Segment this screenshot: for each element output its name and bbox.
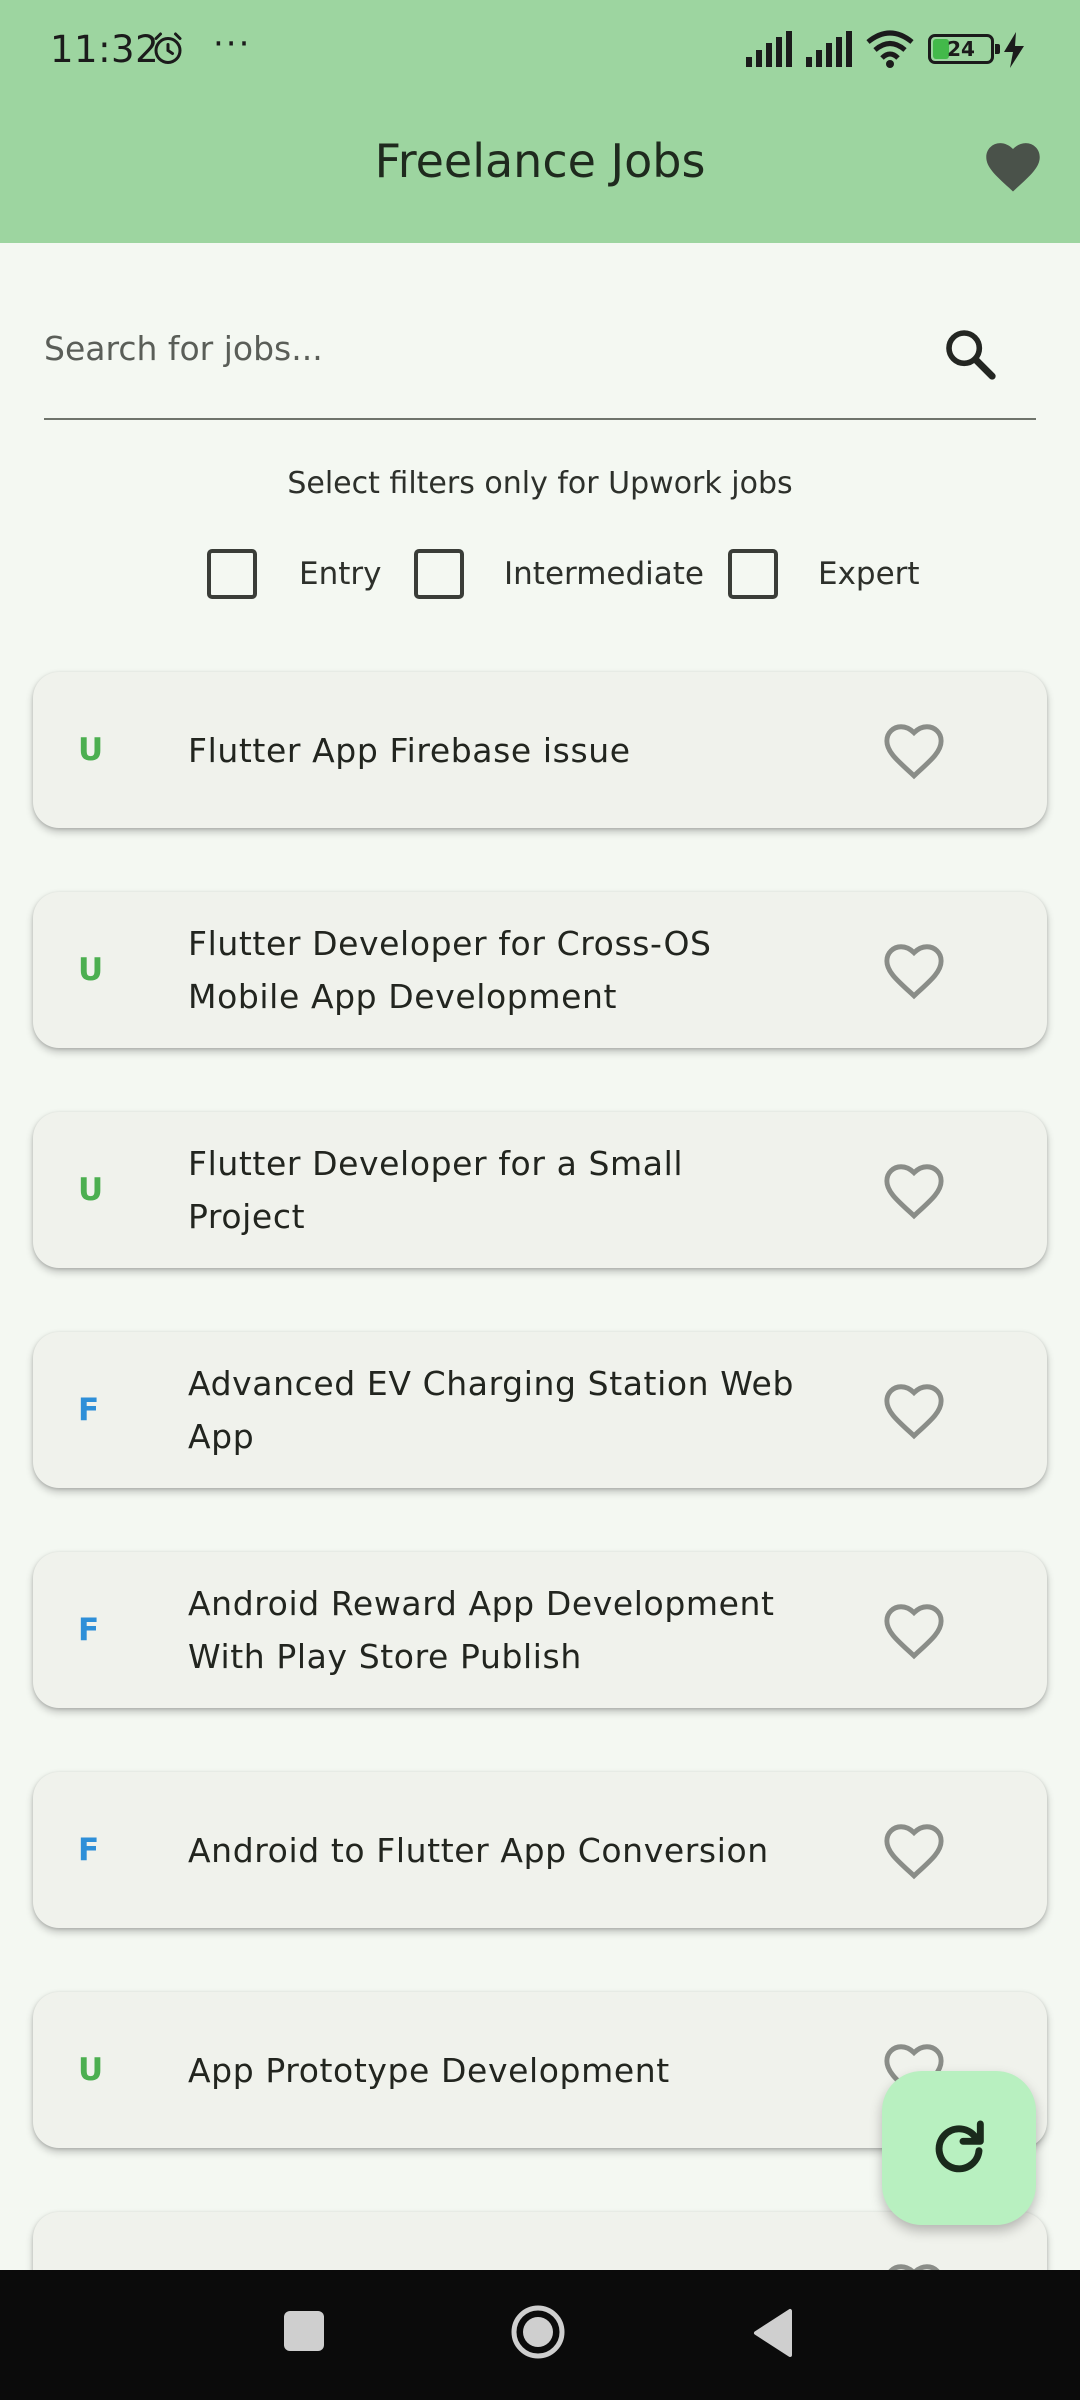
favorite-heart-icon[interactable] xyxy=(883,1820,945,1880)
job-title: Android Reward App Development With Play… xyxy=(188,1584,775,1676)
search-icon[interactable] xyxy=(942,326,998,382)
charging-bolt-icon xyxy=(1004,32,1024,68)
job-title: Flutter Developer for a Small Project xyxy=(188,1144,684,1236)
job-source-badge: U xyxy=(78,952,104,988)
entry-label: Entry xyxy=(299,556,382,592)
favorite-heart-icon[interactable] xyxy=(883,720,945,780)
status-time: 11:32 xyxy=(50,28,160,71)
job-source-badge: U xyxy=(78,732,104,768)
entry-checkbox[interactable] xyxy=(207,549,257,599)
search-field[interactable] xyxy=(44,300,1036,420)
expert-label: Expert xyxy=(818,556,920,592)
level-filters: Entry Intermediate Expert xyxy=(0,548,1080,600)
recents-square-icon[interactable] xyxy=(284,2311,324,2351)
intermediate-checkbox[interactable] xyxy=(414,549,464,599)
job-title: Advanced EV Charging Station Web App xyxy=(188,1364,794,1456)
wifi-icon xyxy=(866,30,914,68)
status-bar: 11:32 ··· 24 xyxy=(0,0,1080,98)
job-source-badge: U xyxy=(78,1172,104,1208)
battery-icon: 24 xyxy=(928,34,1000,64)
refresh-button[interactable] xyxy=(882,2071,1036,2225)
job-card[interactable]: U Flutter Developer for Cross-OS Mobile A… xyxy=(33,892,1047,1048)
back-triangle-icon[interactable] xyxy=(752,2308,794,2358)
home-circle-icon[interactable] xyxy=(510,2304,566,2360)
favorite-heart-icon[interactable] xyxy=(883,940,945,1000)
job-title: App Prototype Development xyxy=(188,2050,670,2090)
job-source-badge: U xyxy=(78,2052,104,2088)
favorite-heart-icon[interactable] xyxy=(883,1380,945,1440)
job-title: Android to Flutter App Conversion xyxy=(188,1830,769,1870)
filter-entry[interactable]: Entry xyxy=(207,548,381,600)
more-notifications-icon: ··· xyxy=(213,24,252,64)
signal-icon xyxy=(806,31,852,67)
favorite-heart-icon[interactable] xyxy=(883,2260,945,2270)
filter-caption: Select filters only for Upwork jobs xyxy=(287,466,793,501)
search-input[interactable] xyxy=(44,318,924,378)
job-title: Flutter Developer for Cross-OS Mobile Ap… xyxy=(188,924,712,1016)
filter-expert[interactable]: Expert xyxy=(728,548,920,600)
system-nav-bar xyxy=(0,2270,1080,2400)
job-card[interactable] xyxy=(33,2212,1047,2270)
top-app-area: 11:32 ··· 24 Freelance Jobs xyxy=(0,0,1080,243)
job-card[interactable]: F Android to Flutter App Conversion xyxy=(33,1772,1047,1928)
favorite-heart-icon[interactable] xyxy=(883,1600,945,1660)
favorite-heart-icon[interactable] xyxy=(883,1160,945,1220)
job-title: Flutter App Firebase issue xyxy=(188,730,631,770)
favorites-heart-icon[interactable] xyxy=(982,138,1044,194)
job-source-badge: F xyxy=(78,1832,100,1868)
expert-checkbox[interactable] xyxy=(728,549,778,599)
job-card[interactable]: F Advanced EV Charging Station Web App xyxy=(33,1332,1047,1488)
job-source-badge: F xyxy=(78,1392,100,1428)
job-card[interactable]: F Android Reward App Development With Pla… xyxy=(33,1552,1047,1708)
refresh-icon xyxy=(935,2120,984,2173)
job-card[interactable]: U Flutter Developer for a Small Project xyxy=(33,1112,1047,1268)
job-source-badge: F xyxy=(78,1612,100,1648)
job-card[interactable]: U Flutter App Firebase issue xyxy=(33,672,1047,828)
page-title: Freelance Jobs xyxy=(374,134,706,188)
signal-icon xyxy=(746,31,792,67)
job-title xyxy=(188,2212,808,2270)
battery-level-text: 24 xyxy=(947,37,975,61)
intermediate-label: Intermediate xyxy=(504,556,705,592)
alarm-icon xyxy=(154,32,182,64)
filter-intermediate[interactable]: Intermediate xyxy=(414,548,704,600)
